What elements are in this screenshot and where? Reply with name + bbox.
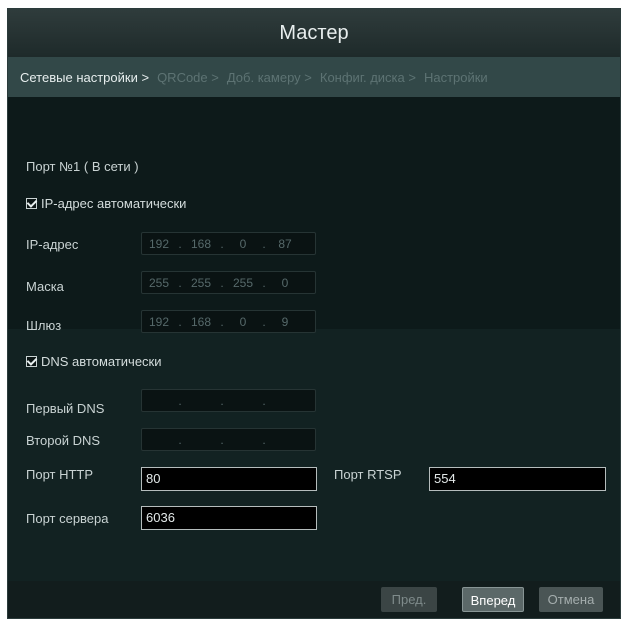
mask-label: Маска [26,279,64,294]
mask-field[interactable]: 255. 255. 255. 0 [141,271,316,294]
wizard-steps: Сетевые настройки > QRCode > Доб. камеру… [8,57,620,97]
dns1-field[interactable]: . . . [141,389,316,412]
step-qrcode: QRCode > [157,69,219,85]
step-network: Сетевые настройки > [20,69,150,85]
auto-ip-label: IP-адрес автоматически [41,196,187,211]
auto-dns-label: DNS автоматически [41,354,162,369]
window-title: Мастер [279,22,349,44]
ip-address-field[interactable]: 192. 168. 0. 87 [141,232,316,255]
ip-address-label: IP-адрес [26,237,79,252]
auto-ip-checkbox[interactable]: IP-адрес автоматически [26,196,186,211]
checkbox-checked-icon [26,356,37,367]
port-title: Порт №1 ( В сети ) [26,159,139,174]
checkbox-checked-icon [26,198,37,209]
next-button[interactable]: Вперед [462,587,524,612]
dns1-label: Первый DNS [26,401,105,416]
title-bar: Мастер [8,9,620,57]
step-add-camera: Доб. камеру > [226,69,312,85]
gateway-label: Шлюз [26,318,62,333]
step-settings: Настройки [423,69,488,85]
auto-dns-checkbox[interactable]: DNS автоматически [26,354,162,369]
step-disk-config: Конфиг. диска > [319,69,416,85]
http-port-label: Порт HTTP [26,467,94,482]
rtsp-port-input[interactable]: 554 [429,467,606,491]
http-port-input[interactable]: 80 [141,467,317,491]
dns2-label: Второй DNS [26,433,101,448]
wizard-footer: Пред. Вперед Отмена [8,581,620,618]
server-port-input[interactable]: 6036 [141,506,317,530]
rtsp-port-label: Порт RTSP [334,467,402,482]
wizard-window: Мастер Сетевые настройки > QRCode > Доб.… [7,8,621,619]
server-port-label: Порт сервера [26,511,109,526]
network-settings-panel: Порт №1 ( В сети ) IP-адрес автоматическ… [8,97,620,583]
dns2-field[interactable]: . . . [141,428,316,451]
cancel-button[interactable]: Отмена [539,587,603,612]
gateway-field[interactable]: 192. 168. 0. 9 [141,310,316,333]
prev-button[interactable]: Пред. [381,587,437,612]
